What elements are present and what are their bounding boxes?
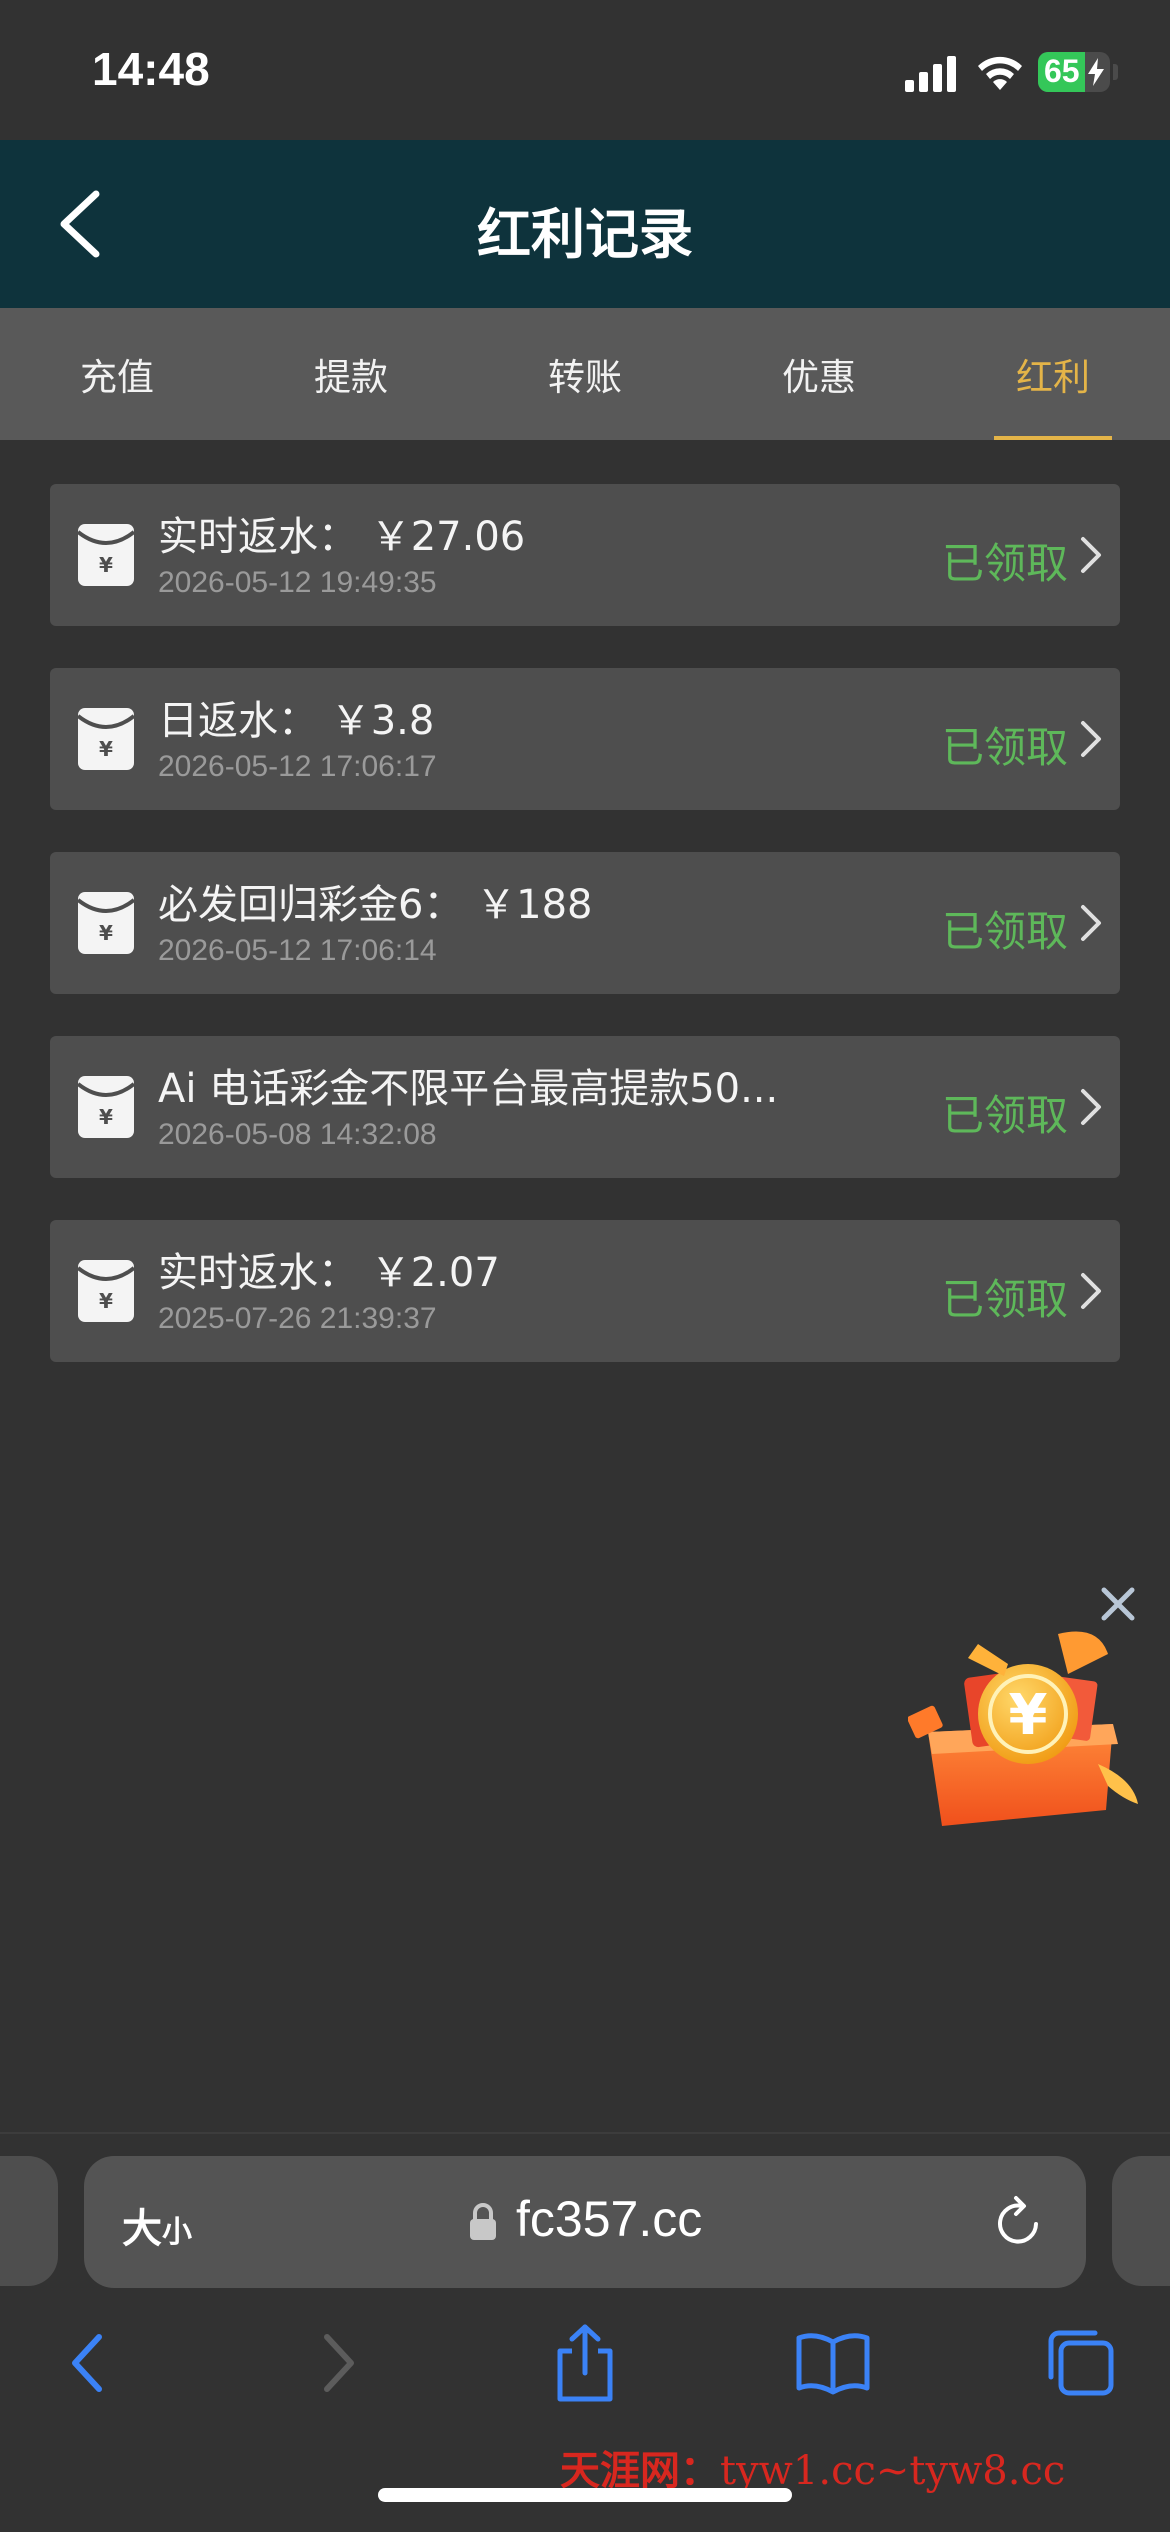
red-envelope-icon: ¥ [78, 1076, 134, 1138]
home-indicator [378, 2488, 792, 2502]
chevron-right-icon [1081, 721, 1101, 757]
red-envelope-icon: ¥ [78, 1260, 134, 1322]
tabs-icon [1048, 2330, 1114, 2396]
previous-tab-peek[interactable] [0, 2156, 58, 2286]
browser-forward-button[interactable] [294, 2318, 384, 2408]
chevron-right-icon [1081, 1089, 1101, 1125]
status-bar: 14:48 65 [0, 0, 1170, 140]
text-size-big: 大 [122, 2206, 162, 2252]
list-item[interactable]: ¥ 必发回归彩金6： ￥188 2026-05-12 17:06:14 已领取 [50, 852, 1120, 994]
url-text: fc357.cc [516, 2191, 703, 2247]
record-title: 实时返水： ￥27.06 [158, 514, 526, 560]
page-title: 红利记录 [477, 203, 693, 266]
record-time: 2026-05-12 17:06:17 [158, 750, 437, 783]
tabs-button[interactable] [1036, 2318, 1126, 2408]
chevron-right-icon [1081, 537, 1101, 573]
lock-icon [470, 2203, 496, 2240]
browser-back-button[interactable] [42, 2318, 132, 2408]
signal-icon [905, 56, 956, 92]
record-status: 已领取 [941, 1275, 1068, 1324]
tab-promotion[interactable]: 优惠 [702, 308, 936, 440]
list-item[interactable]: ¥ Ai 电话彩金不限平台最高提款50... 2026-05-08 14:32:… [50, 1036, 1120, 1178]
address-bar[interactable]: 大小 fc357.cc [84, 2156, 1086, 2288]
text-size-small: 小 [162, 2215, 192, 2250]
svg-text:¥: ¥ [99, 1105, 113, 1129]
chevron-right-icon [1081, 1273, 1101, 1309]
share-button[interactable] [540, 2318, 630, 2408]
record-status: 已领取 [941, 907, 1068, 956]
record-title: 日返水： ￥3.8 [158, 698, 435, 744]
list-item[interactable]: ¥ 实时返水： ￥27.06 2026-05-12 19:49:35 已领取 [50, 484, 1120, 626]
bonus-record-list: ¥ 实时返水： ￥27.06 2026-05-12 19:49:35 已领取 ¥… [50, 484, 1120, 1404]
svg-text:¥: ¥ [1009, 1683, 1048, 1748]
record-title: 必发回归彩金6： ￥188 [158, 882, 593, 928]
tab-deposit[interactable]: 充值 [0, 308, 234, 440]
next-tab-peek[interactable] [1112, 2156, 1170, 2286]
record-title: 实时返水： ￥2.07 [158, 1250, 500, 1296]
bookmarks-icon [796, 2333, 870, 2395]
browser-toolbar [0, 2310, 1170, 2420]
tab-bar: 充值 提款 转账 优惠 红利 [0, 308, 1170, 440]
red-envelope-icon: ¥ [78, 892, 134, 954]
gift-box-icon[interactable]: ¥ [908, 1614, 1148, 1830]
record-title: Ai 电话彩金不限平台最高提款50... [158, 1066, 779, 1112]
battery-charging-icon [1088, 58, 1104, 86]
wifi-icon [978, 56, 1022, 90]
record-time: 2026-05-08 14:32:08 [158, 1118, 437, 1151]
record-time: 2025-07-26 21:39:37 [158, 1302, 437, 1335]
record-status: 已领取 [941, 539, 1068, 588]
reload-icon[interactable] [992, 2194, 1046, 2250]
record-time: 2026-05-12 17:06:14 [158, 934, 437, 967]
svg-text:¥: ¥ [99, 921, 113, 945]
svg-text:¥: ¥ [99, 737, 113, 761]
back-icon [72, 2334, 102, 2392]
record-status: 已领取 [941, 723, 1068, 772]
svg-text:¥: ¥ [99, 1289, 113, 1313]
battery-percent: 65 [1044, 53, 1080, 89]
list-item[interactable]: ¥ 日返水： ￥3.8 2026-05-12 17:06:17 已领取 [50, 668, 1120, 810]
svg-text:¥: ¥ [99, 553, 113, 577]
record-status: 已领取 [941, 1091, 1068, 1140]
bookmarks-button[interactable] [788, 2318, 878, 2408]
list-item[interactable]: ¥ 实时返水： ￥2.07 2025-07-26 21:39:37 已领取 [50, 1220, 1120, 1362]
battery-cap [1113, 64, 1118, 80]
tab-bonus[interactable]: 红利 [936, 308, 1170, 440]
red-envelope-icon: ¥ [78, 524, 134, 586]
tab-transfer[interactable]: 转账 [468, 308, 702, 440]
nav-header: 红利记录 [0, 140, 1170, 308]
browser-divider [0, 2132, 1170, 2134]
status-time: 14:48 [92, 43, 210, 95]
watermark-cn: 天涯网： [560, 2447, 720, 2494]
chevron-right-icon [1081, 905, 1101, 941]
forward-icon [324, 2334, 354, 2392]
text-size-button[interactable]: 大小 [122, 2196, 192, 2254]
tab-withdraw[interactable]: 提款 [234, 308, 468, 440]
record-time: 2026-05-12 19:49:35 [158, 566, 437, 599]
red-envelope-icon: ¥ [78, 708, 134, 770]
share-icon [557, 2324, 613, 2402]
battery-indicator: 65 [1038, 52, 1110, 92]
